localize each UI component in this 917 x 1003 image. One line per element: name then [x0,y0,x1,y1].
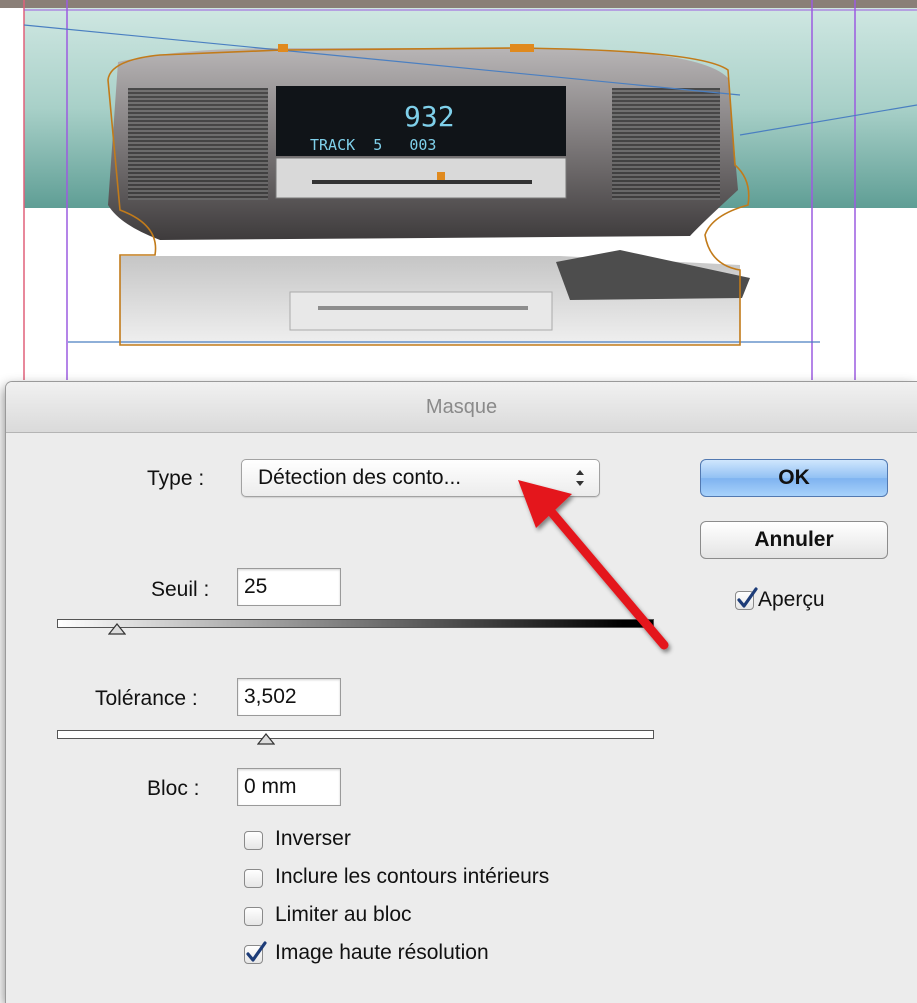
preview-checkbox[interactable] [735,587,758,610]
dialog-title: Masque [425,395,498,418]
include-inside-edges-checkbox[interactable] [244,869,263,888]
stereo-display-line2: TRACK 5 003 [310,136,437,154]
mask-dialog: Masque Type : Détection des conto... OK … [6,382,917,1003]
inset-value: 0 mm [244,775,297,798]
include-inside-edges-label: Inclure les contours intérieurs [275,865,550,888]
threshold-slider-thumb[interactable] [107,623,126,635]
high-resolution-label: Image haute résolution [275,941,489,964]
high-resolution-checkbox[interactable] [244,941,267,964]
threshold-value: 25 [244,575,268,598]
type-popup-value: Détection des conto... [258,466,462,489]
type-label: Type : [147,467,205,490]
cancel-button[interactable]: Annuler [700,521,888,559]
restrict-to-frame-checkbox[interactable] [244,907,263,926]
inset-input[interactable]: 0 mm [237,768,341,806]
updown-chevron-icon [575,467,585,492]
document-canvas[interactable]: 932 TRACK 5 003 [0,0,917,380]
cancel-button-label: Annuler [754,528,834,551]
type-popup[interactable]: Détection des conto... [241,459,600,497]
ok-button-label: OK [778,466,810,489]
tolerance-value: 3,502 [244,685,297,708]
invert-checkbox[interactable] [244,831,263,850]
tolerance-label: Tolérance : [95,687,198,710]
stereo-display-line1: 932 [404,100,455,133]
inset-label: Bloc : [147,777,200,800]
dialog-titlebar[interactable]: Masque [6,382,917,433]
threshold-label: Seuil : [151,578,210,601]
threshold-slider-track[interactable] [57,619,654,628]
preview-label: Aperçu [758,588,825,611]
threshold-input[interactable]: 25 [237,568,341,606]
restrict-to-frame-label: Limiter au bloc [275,903,412,926]
invert-label: Inverser [275,827,351,850]
checkmark-icon [246,941,267,962]
canvas-artwork [0,0,917,380]
tolerance-slider-thumb[interactable] [256,733,275,745]
tolerance-slider-track[interactable] [57,730,654,739]
ok-button[interactable]: OK [700,459,888,497]
tolerance-input[interactable]: 3,502 [237,678,341,716]
